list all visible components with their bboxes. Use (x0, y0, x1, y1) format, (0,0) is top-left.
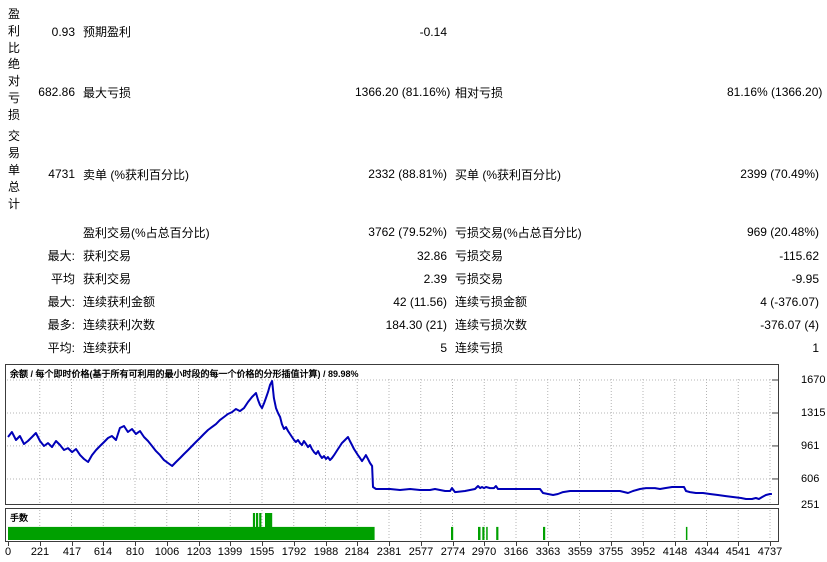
balance-chart[interactable]: 余额 / 每个即时价格(基于所有可利用的最小时段的每一个价格的分形插值计算) /… (5, 364, 779, 505)
stat-label: 亏损交易 (455, 272, 504, 286)
stat-label: 最大亏损 (83, 85, 132, 100)
stat-label: 连续获利金额 (83, 295, 156, 309)
strategy-tester-report: 盈利比 0.93 预期盈利 -0.14 绝对亏损 682.86 最大亏损 1366.20 (8… (0, 0, 827, 558)
stats-row: 平均: 连续获利 5 连续亏损 1 (8, 336, 819, 359)
y-axis-tick-label: 1315 (801, 407, 826, 419)
stat-prefix: 4731 (48, 167, 75, 181)
stats-row: 最大: 连续获利金额 42 (11.56) 连续亏损金额 4 (-376.07) (8, 290, 819, 313)
stat-value: 1 (812, 340, 819, 355)
stat-prefix: 最多: (47, 318, 75, 332)
stat-prefix: 平均: (47, 341, 75, 355)
stats-row: 最多: 连续获利次数 184.30 (21) 连续亏损次数 -376.07 (4) (8, 313, 819, 336)
x-axis-tick-label: 4737 (757, 546, 783, 558)
stat-value: -115.62 (779, 248, 819, 263)
stat-value: -9.95 (791, 271, 819, 286)
stat-prefix: 682.86 (38, 85, 75, 99)
stat-label: 获利交易 (83, 272, 132, 286)
stat-group-label: 盈利比 (8, 7, 21, 55)
stat-group-label: 绝对亏损 (8, 57, 21, 122)
stats-row: 盈利比 0.93 预期盈利 -0.14 (8, 6, 819, 56)
stat-prefix: 0.93 (51, 24, 75, 39)
stat-group-label: 交易单总计 (8, 129, 21, 211)
stats-row: 平均 获利交易 2.39 亏损交易 -9.95 (8, 267, 819, 290)
lots-bars-svg (8, 510, 771, 540)
stat-label: 获利交易 (83, 249, 132, 263)
y-axis-tick-label: 961 (801, 439, 820, 452)
balance-chart-title: 余额 / 每个即时价格(基于所有可利用的最小时段的每一个价格的分形插值计算) /… (10, 369, 359, 379)
stat-value: 2.39 (423, 271, 447, 286)
stats-row: 盈利交易(%占总百分比) 3762 (79.52%) 亏损交易(%占总百分比) 969… (8, 220, 819, 244)
balance-curve-svg (7, 379, 778, 503)
stat-prefix: 最大: (47, 249, 75, 263)
stat-prefix: 平均 (50, 272, 75, 286)
stat-label: 亏损交易 (455, 249, 504, 263)
stat-value: 184.30 (21) (385, 317, 447, 332)
stats-table: 盈利比 0.93 预期盈利 -0.14 绝对亏损 682.86 最大亏损 1366.20 (8… (0, 0, 827, 359)
stat-value: 42 (11.56) (393, 294, 447, 309)
stat-value: -0.14 (419, 24, 447, 39)
stat-label: 相对亏损 (455, 85, 504, 100)
y-axis-tick-label: 606 (801, 472, 820, 485)
stat-value: 5 (440, 340, 447, 355)
stat-value: 2399 (70.49%) (740, 167, 819, 181)
stat-label: 盈利交易(%占总百分比) (83, 225, 210, 240)
stat-value: 969 (20.48%) (746, 225, 819, 239)
stat-label: 买单 (%获利百分比) (455, 167, 561, 182)
stat-value: 4 (-376.07) (760, 294, 819, 309)
stat-label: 卖单 (%获利百分比) (83, 167, 189, 182)
stat-value: 1366.20 (81.16%) (355, 85, 451, 99)
stats-row: 绝对亏损 682.86 最大亏损 1366.20 (81.16%) 相对亏损 81.16%… (8, 56, 823, 128)
stat-label: 连续获利次数 (83, 318, 156, 332)
stats-row: 最大: 获利交易 32.86 亏损交易 -115.62 (8, 244, 819, 267)
stat-label: 连续获利 (83, 341, 132, 355)
stat-label: 连续亏损金额 (455, 295, 528, 309)
stat-value: 32.86 (416, 248, 447, 263)
stat-label: 亏损交易(%占总百分比) (455, 225, 582, 240)
stats-row: 交易单总计 4731 卖单 (%获利百分比) 2332 (88.81%) 买单 (%获利… (8, 128, 819, 220)
stat-label: 连续亏损 (455, 341, 504, 355)
stat-label: 连续亏损次数 (455, 318, 528, 332)
lots-chart[interactable]: 手数 (5, 508, 779, 542)
y-axis-tick-label: 251 (801, 499, 820, 511)
stat-label: 预期盈利 (83, 25, 132, 39)
lots-chart-label: 手数 (10, 513, 29, 523)
stat-value: 2332 (88.81%) (368, 167, 447, 181)
stat-value: 3762 (79.52%) (368, 225, 447, 239)
y-axis-tick-label: 1670 (801, 374, 826, 386)
stat-value: -376.07 (4) (760, 317, 819, 332)
stat-value: 81.16% (1366.20) (727, 85, 823, 99)
stat-prefix: 最大: (47, 295, 75, 309)
